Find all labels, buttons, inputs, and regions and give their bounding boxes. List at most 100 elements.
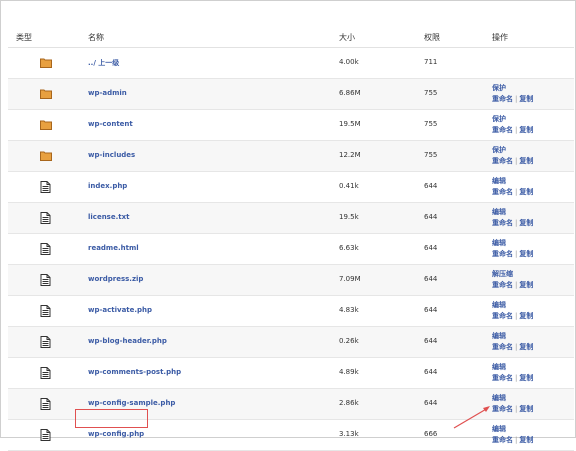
file-name-link[interactable]: wp-admin — [88, 89, 127, 97]
table-row: wp-activate.php 4.83k 644 编辑 重命名 | 复制 — [8, 296, 574, 327]
row-actions: 保护 重命名 | 复制 — [492, 145, 533, 167]
rename-link[interactable]: 重命名 — [492, 374, 513, 382]
copy-link[interactable]: 复制 — [519, 95, 533, 103]
annotation-arrow-icon — [453, 406, 490, 429]
file-name-link[interactable]: wp-activate.php — [88, 306, 152, 314]
primary-action-link[interactable]: 保护 — [492, 115, 506, 123]
rename-link[interactable]: 重命名 — [492, 312, 513, 320]
table-row: wp-comments-post.php 4.89k 644 编辑 重命名 | 复制 — [8, 358, 574, 389]
folder-icon — [40, 57, 52, 69]
table-header: 类型 名称 大小 权限 操作 — [8, 28, 574, 48]
file-permission: 755 — [424, 151, 438, 159]
primary-action-link[interactable]: 保护 — [492, 146, 506, 154]
copy-link[interactable]: 复制 — [519, 374, 533, 382]
file-name-link[interactable]: wp-includes — [88, 151, 135, 159]
rename-link[interactable]: 重命名 — [492, 95, 513, 103]
copy-link[interactable]: 复制 — [519, 343, 533, 351]
file-name-link[interactable]: ../ 上一级 — [88, 58, 119, 68]
file-permission: 755 — [424, 89, 438, 97]
row-actions: 编辑 重命名 | 复制 — [492, 393, 533, 415]
copy-link[interactable]: 复制 — [519, 126, 533, 134]
copy-link[interactable]: 复制 — [519, 250, 533, 258]
folder-icon — [40, 88, 52, 100]
primary-action-link[interactable]: 编辑 — [492, 425, 506, 433]
file-name-link[interactable]: readme.html — [88, 244, 139, 252]
rename-link[interactable]: 重命名 — [492, 126, 513, 134]
table-row: wordpress.zip 7.09M 644 解压缩 重命名 | 复制 — [8, 265, 574, 296]
header-name: 名称 — [88, 33, 104, 42]
primary-action-link[interactable]: 编辑 — [492, 363, 506, 371]
file-permission: 644 — [424, 337, 438, 345]
copy-link[interactable]: 复制 — [519, 157, 533, 165]
rename-link[interactable]: 重命名 — [492, 188, 513, 196]
primary-action-link[interactable]: 编辑 — [492, 332, 506, 340]
file-size: 19.5k — [339, 213, 359, 221]
rename-link[interactable]: 重命名 — [492, 250, 513, 258]
copy-link[interactable]: 复制 — [519, 312, 533, 320]
file-permission: 644 — [424, 182, 438, 190]
file-permission: 644 — [424, 275, 438, 283]
file-name-link[interactable]: wp-comments-post.php — [88, 368, 181, 376]
file-name-link[interactable]: license.txt — [88, 213, 129, 221]
row-actions: 编辑 重命名 | 复制 — [492, 362, 533, 384]
file-name-link[interactable]: index.php — [88, 182, 127, 190]
rename-link[interactable]: 重命名 — [492, 281, 513, 289]
file-permission: 711 — [424, 58, 438, 66]
row-actions: 保护 重命名 | 复制 — [492, 114, 533, 136]
file-name-link[interactable]: wp-config-sample.php — [88, 399, 175, 407]
header-perm: 权限 — [424, 33, 440, 42]
file-size: 3.13k — [339, 430, 359, 438]
copy-link[interactable]: 复制 — [519, 405, 533, 413]
file-permission: 644 — [424, 244, 438, 252]
primary-action-link[interactable]: 编辑 — [492, 208, 506, 216]
file-name-link[interactable]: wordpress.zip — [88, 275, 143, 283]
copy-link[interactable]: 复制 — [519, 188, 533, 196]
file-size: 4.00k — [339, 58, 359, 66]
table-row: readme.html 6.63k 644 编辑 重命名 | 复制 — [8, 234, 574, 265]
copy-link[interactable]: 复制 — [519, 219, 533, 227]
table-row: wp-content 19.5M 755 保护 重命名 | 复制 — [8, 110, 574, 141]
primary-action-link[interactable]: 编辑 — [492, 301, 506, 309]
rename-link[interactable]: 重命名 — [492, 343, 513, 351]
header-size: 大小 — [339, 33, 355, 42]
primary-action-link[interactable]: 编辑 — [492, 177, 506, 185]
table-row: wp-admin 6.86M 755 保护 重命名 | 复制 — [8, 79, 574, 110]
highlight-box — [75, 409, 148, 428]
file-permission: 644 — [424, 213, 438, 221]
row-actions: 编辑 重命名 | 复制 — [492, 238, 533, 260]
table-row: license.txt 19.5k 644 编辑 重命名 | 复制 — [8, 203, 574, 234]
folder-icon — [40, 119, 52, 131]
file-permission: 755 — [424, 120, 438, 128]
file-icon — [40, 305, 51, 317]
rename-link[interactable]: 重命名 — [492, 436, 513, 444]
file-size: 2.86k — [339, 399, 359, 407]
rename-link[interactable]: 重命名 — [492, 157, 513, 165]
file-name-link[interactable]: wp-content — [88, 120, 133, 128]
file-permission: 644 — [424, 399, 438, 407]
copy-link[interactable]: 复制 — [519, 281, 533, 289]
primary-action-link[interactable]: 解压缩 — [492, 270, 513, 278]
file-icon — [40, 429, 51, 441]
header-action: 操作 — [492, 33, 508, 42]
rename-link[interactable]: 重命名 — [492, 219, 513, 227]
file-size: 0.26k — [339, 337, 359, 345]
copy-link[interactable]: 复制 — [519, 436, 533, 444]
file-size: 12.2M — [339, 151, 361, 159]
file-size: 4.89k — [339, 368, 359, 376]
rename-link[interactable]: 重命名 — [492, 405, 513, 413]
file-name-link[interactable]: wp-blog-header.php — [88, 337, 167, 345]
table-row: wp-blog-header.php 0.26k 644 编辑 重命名 | 复制 — [8, 327, 574, 358]
table-row: index.php 0.41k 644 编辑 重命名 | 复制 — [8, 172, 574, 203]
primary-action-link[interactable]: 编辑 — [492, 394, 506, 402]
row-actions: 编辑 重命名 | 复制 — [492, 207, 533, 229]
primary-action-link[interactable]: 编辑 — [492, 239, 506, 247]
file-name-link[interactable]: wp-config.php — [88, 430, 144, 438]
file-permission: 666 — [424, 430, 438, 438]
file-permission: 644 — [424, 368, 438, 376]
table-row: ../ 上一级 4.00k 711 — [8, 48, 574, 79]
primary-action-link[interactable]: 保护 — [492, 84, 506, 92]
row-actions: 编辑 重命名 | 复制 — [492, 424, 533, 446]
file-icon — [40, 212, 51, 224]
row-actions: 编辑 重命名 | 复制 — [492, 176, 533, 198]
file-icon — [40, 336, 51, 348]
